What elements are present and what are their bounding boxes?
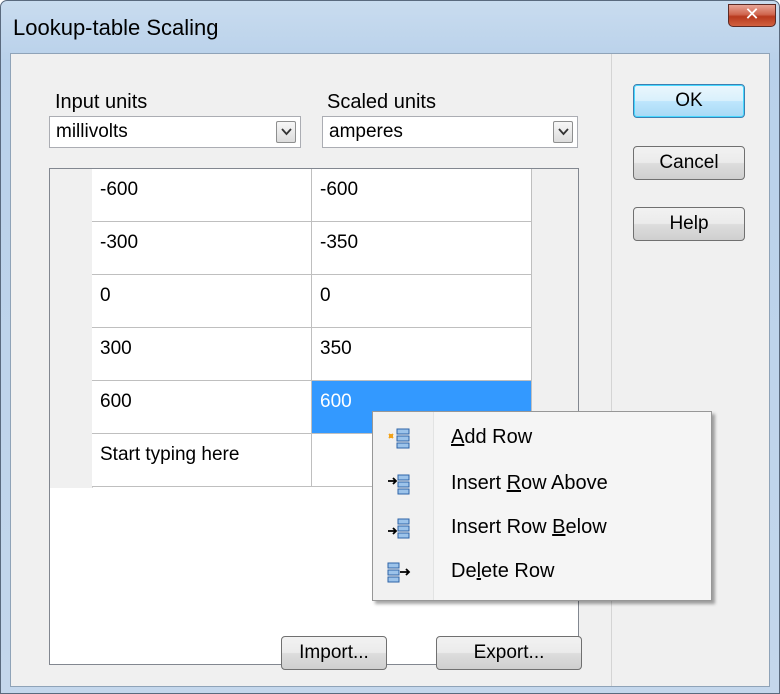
input-units-dropdown[interactable]: millivolts [49, 116, 301, 148]
menu-item[interactable]: Add Row [375, 416, 709, 460]
cancel-button[interactable]: Cancel [633, 146, 745, 180]
menu-item-label: Delete Row [451, 560, 555, 582]
export-button[interactable]: Export... [436, 636, 582, 670]
table-cell[interactable]: -350 [312, 222, 532, 275]
menu-item[interactable]: Insert Row Above [375, 462, 709, 506]
close-icon: ✕ [744, 4, 760, 25]
table-cell[interactable]: 0 [92, 275, 312, 328]
chevron-down-icon[interactable] [276, 121, 296, 143]
ok-button[interactable]: OK [633, 84, 745, 118]
table-cell[interactable]: -600 [312, 169, 532, 222]
menu-item-label: Insert Row Below [451, 516, 607, 538]
input-units-value: millivolts [56, 121, 128, 142]
table-cell[interactable]: Start typing here [92, 434, 312, 487]
table-cell[interactable]: 300 [92, 328, 312, 381]
menu-item-label: Add Row [451, 426, 533, 448]
menu-item[interactable]: Delete Row [375, 550, 709, 594]
chevron-down-icon[interactable] [553, 121, 573, 143]
table-cell[interactable]: -600 [92, 169, 312, 222]
window-title: Lookup-table Scaling [13, 15, 219, 40]
insert-row-above-icon [387, 472, 411, 496]
add-row-icon [387, 426, 411, 450]
help-button[interactable]: Help [633, 207, 745, 241]
title-bar[interactable]: Lookup-table Scaling ✕ [1, 1, 780, 59]
delete-row-icon [387, 560, 411, 584]
import-button[interactable]: Import... [281, 636, 387, 670]
scaled-units-label: Scaled units [327, 91, 436, 113]
input-units-label: Input units [55, 91, 148, 113]
insert-row-below-icon [387, 516, 411, 540]
menu-item-label: Insert Row Above [451, 472, 608, 494]
scaled-units-dropdown[interactable]: amperes [322, 116, 578, 148]
close-button[interactable]: ✕ [728, 4, 776, 27]
scaled-units-value: amperes [329, 121, 403, 142]
table-cell[interactable]: 350 [312, 328, 532, 381]
row-header-column [50, 169, 93, 488]
table-cell[interactable]: 600 [92, 381, 312, 434]
menu-item[interactable]: Insert Row Below [375, 506, 709, 550]
table-cell[interactable]: 0 [312, 275, 532, 328]
table-cell[interactable]: -300 [92, 222, 312, 275]
context-menu: Add Row Insert Row Above Insert Row Below D… [372, 411, 712, 601]
